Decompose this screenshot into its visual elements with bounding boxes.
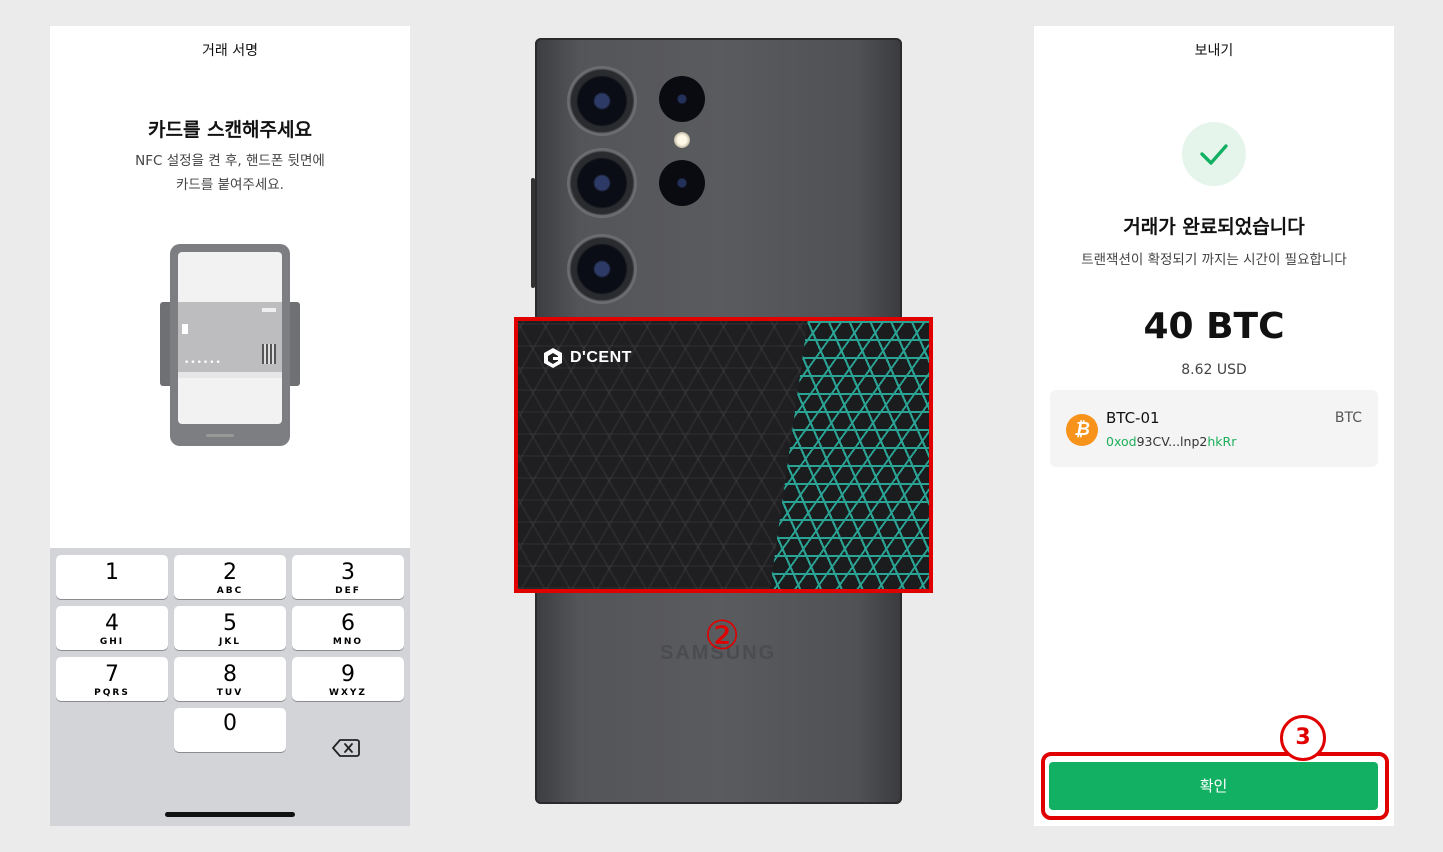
complete-heading: 거래가 완료되었습니다	[1123, 216, 1305, 238]
key-letters: ABC	[216, 586, 244, 596]
camera-sensor-icon	[659, 160, 705, 206]
key-0[interactable]: 0	[174, 708, 286, 752]
account-unit: BTC	[1334, 410, 1362, 426]
home-indicator	[165, 812, 295, 817]
screen-title: 보내기	[1194, 43, 1234, 59]
key-number: 4	[105, 611, 119, 636]
key-letters: PQRS	[94, 688, 130, 698]
sent-amount: 40 BTC	[1143, 306, 1285, 347]
card-tap-illustration: ••••••	[160, 244, 300, 446]
step-2-marker: ②	[704, 613, 740, 659]
key-number: 8	[223, 662, 237, 687]
dcent-brand-text: D'CENT	[570, 349, 632, 366]
account-name: BTC-01	[1106, 409, 1160, 427]
key-letters: WXYZ	[329, 688, 367, 698]
key-letters: TUV	[216, 688, 244, 698]
camera-lens-icon	[567, 66, 637, 136]
bitcoin-icon: ₿	[1066, 414, 1098, 446]
card-number-dots: ••••••	[184, 358, 222, 368]
card-chip-icon	[182, 324, 188, 334]
step-3-marker: 3	[1280, 715, 1326, 761]
success-badge	[1182, 122, 1246, 186]
key-number: 1	[105, 560, 119, 585]
key-8[interactable]: 8 TUV	[174, 657, 286, 701]
numeric-keypad: 1 2 ABC 3 DEF 4 GHI 5 JKL 6 MNO 7 PQRS 8	[50, 548, 410, 826]
desc-line-1: NFC 설정을 켠 후, 핸드폰 뒷면에	[135, 153, 325, 169]
dcent-logo-icon	[544, 348, 562, 368]
address-middle: 93CV...lnp2	[1136, 434, 1208, 449]
key-7[interactable]: 7 PQRS	[56, 657, 168, 701]
address-prefix: 0xod	[1106, 434, 1137, 449]
card-stripe	[178, 372, 282, 378]
dcent-card-highlight: D'CENT	[514, 317, 933, 593]
confirm-button[interactable]: 확인	[1049, 762, 1378, 810]
key-6[interactable]: 6 MNO	[292, 606, 404, 650]
flash-icon	[674, 132, 690, 148]
screen-title: 거래 서명	[202, 43, 258, 59]
key-9[interactable]: 9 WXYZ	[292, 657, 404, 701]
key-4[interactable]: 4 GHI	[56, 606, 168, 650]
sign-transaction-screen: 거래 서명 카드를 스캔해주세요 NFC 설정을 켠 후, 핸드폰 뒷면에 카드…	[50, 26, 410, 826]
key-3[interactable]: 3 DEF	[292, 555, 404, 599]
card-logo-icon	[262, 308, 276, 312]
key-number: 7	[105, 662, 119, 687]
phone-screen-shape: ••••••	[178, 252, 282, 424]
fiat-amount: 8.62 USD	[1181, 362, 1247, 378]
key-number: 5	[223, 611, 237, 636]
qr-code-icon	[262, 344, 276, 364]
key-1[interactable]: 1	[56, 555, 168, 599]
key-5[interactable]: 5 JKL	[174, 606, 286, 650]
address-suffix: hkRr	[1207, 434, 1237, 449]
illustration-home-bar	[206, 434, 234, 437]
key-letters: DEF	[335, 586, 361, 596]
send-complete-screen: 보내기 거래가 완료되었습니다 트랜잭션이 확정되기 까지는 시간이 필요합니다…	[1034, 26, 1394, 826]
desc-line-2: 카드를 붙여주세요.	[176, 177, 284, 193]
key-letters: JKL	[218, 637, 242, 647]
key-2[interactable]: 2 ABC	[174, 555, 286, 599]
checkmark-icon	[1200, 144, 1228, 165]
scan-card-description: NFC 설정을 켠 후, 핸드폰 뒷면에 카드를 붙여주세요.	[50, 149, 410, 197]
card-front-shape: ••••••	[178, 302, 282, 378]
key-number: 6	[341, 611, 355, 636]
key-letters: GHI	[99, 637, 125, 647]
camera-lens-icon	[567, 234, 637, 304]
scan-card-heading: 카드를 스캔해주세요	[148, 119, 312, 141]
camera-lens-icon	[567, 148, 637, 218]
complete-description: 트랜잭션이 확정되기 까지는 시간이 필요합니다	[1081, 252, 1347, 268]
account-card: ₿ BTC-01 0xod93CV...lnp2hkRr BTC	[1050, 390, 1378, 467]
key-number: 3	[341, 560, 355, 585]
key-number: 0	[223, 711, 237, 736]
key-number: 9	[341, 662, 355, 687]
camera-sensor-icon	[659, 76, 705, 122]
dcent-logo: D'CENT	[542, 347, 632, 369]
account-address: 0xod93CV...lnp2hkRr	[1106, 434, 1236, 449]
key-number: 2	[223, 560, 237, 585]
backspace-icon[interactable]	[332, 738, 360, 758]
key-letters: MNO	[332, 637, 364, 647]
